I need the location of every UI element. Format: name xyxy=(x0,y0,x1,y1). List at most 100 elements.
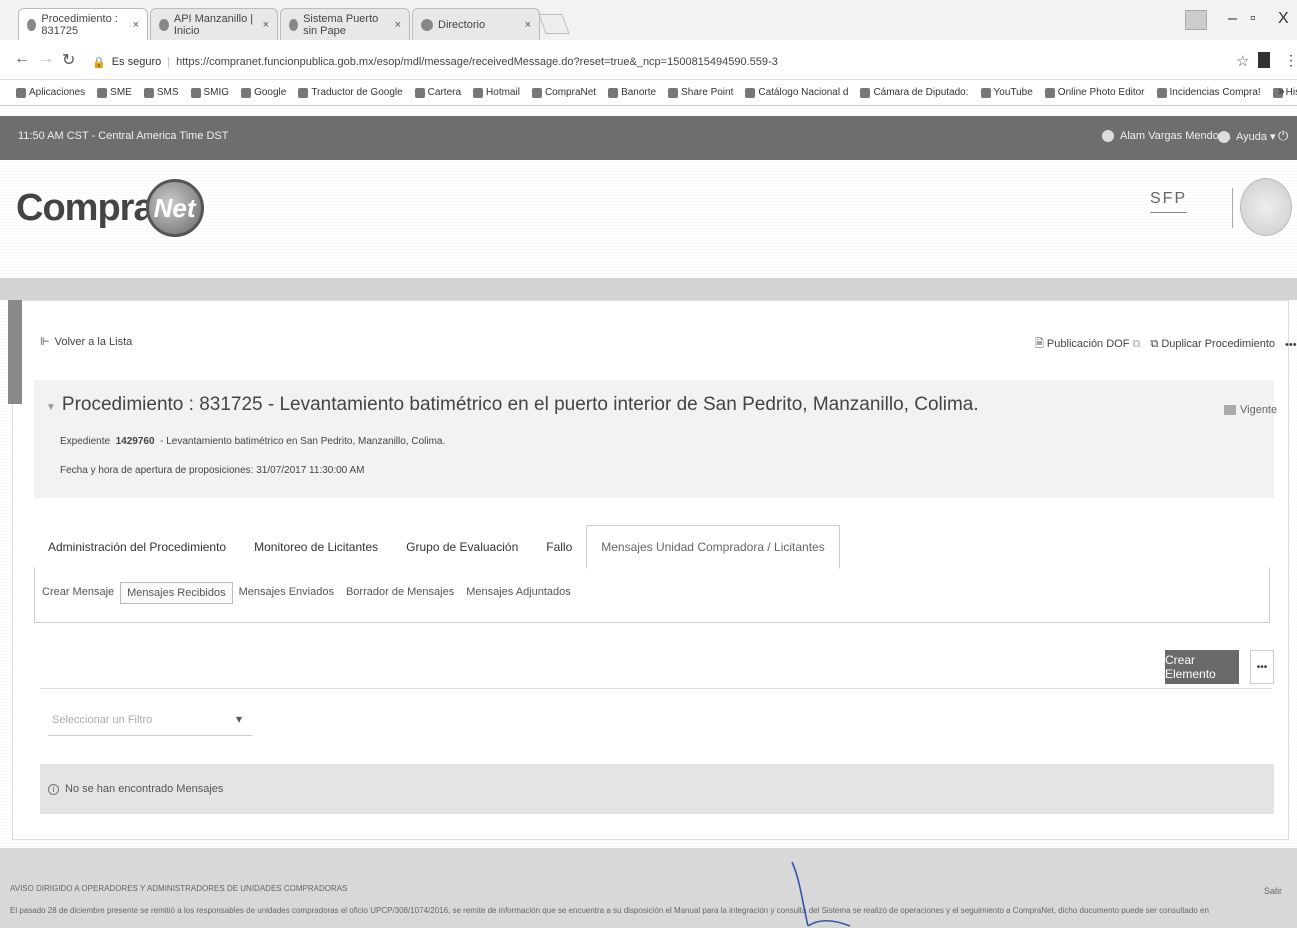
bookmark-item[interactable]: Traductor de Google xyxy=(298,87,403,98)
bookmarks-bar: Aplicaciones SME SMS SMIG Google Traduct… xyxy=(0,80,1297,106)
bookmark-item[interactable]: SMS xyxy=(143,87,179,98)
bookmark-item[interactable]: Cámara de Diputado: xyxy=(860,87,969,98)
forward-arrow-icon[interactable]: → xyxy=(38,50,54,68)
close-tab-icon[interactable]: × xyxy=(395,19,401,31)
pen-mark xyxy=(791,861,851,927)
tab-fallo[interactable]: Fallo xyxy=(532,540,586,568)
current-time: 11:50 AM CST - Central America Time DST xyxy=(18,130,229,142)
tab-favicon-icon xyxy=(289,18,299,31)
secure-label: Es seguro xyxy=(111,56,162,68)
subtab-mensajes-recibidos[interactable]: Mensajes Recibidos xyxy=(120,582,233,604)
bookmark-item[interactable]: Incidencias Compra! xyxy=(1156,87,1261,98)
profile-icon[interactable] xyxy=(1185,10,1207,30)
bookmark-item[interactable]: Hotmail xyxy=(473,87,520,98)
more-bookmarks-button[interactable]: » xyxy=(1278,84,1285,98)
filter-placeholder: Seleccionar un Filtro xyxy=(52,713,153,726)
tab-label: Directorio xyxy=(438,18,486,31)
extension-icon[interactable] xyxy=(1258,52,1270,68)
help-label: Ayuda ▾ xyxy=(1236,131,1276,143)
bookmark-item[interactable]: Google xyxy=(241,87,286,98)
browser-tab-2[interactable]: API Manzanillo | Inicio × xyxy=(150,8,278,40)
copy-icon: ⧉ xyxy=(1150,338,1159,350)
procedure-title[interactable]: ▼ Procedimiento : 831725 - Levantamiento … xyxy=(46,394,979,416)
tab-administracion[interactable]: Administración del Procedimiento xyxy=(34,540,240,568)
bookmark-item[interactable]: Catálogo Nacional d xyxy=(745,87,848,98)
apps-icon xyxy=(16,87,26,98)
close-window-icon[interactable]: X xyxy=(1278,10,1289,28)
new-tab-button[interactable] xyxy=(538,14,570,34)
bookmark-item[interactable]: Online Photo Editor xyxy=(1044,87,1145,98)
back-arrow-icon[interactable]: ← xyxy=(14,50,30,68)
external-link-icon: ⧉ xyxy=(1132,338,1141,350)
restore-icon[interactable]: ▫ xyxy=(1250,10,1256,28)
bookmark-item[interactable]: Aplicaciones xyxy=(16,87,85,98)
bookmark-item[interactable]: SMIG xyxy=(190,87,229,98)
close-tab-icon[interactable]: × xyxy=(263,19,269,31)
status-badge: Vigente xyxy=(1224,404,1277,416)
bookmark-star-icon[interactable]: ☆ xyxy=(1236,52,1249,70)
bookmark-item[interactable]: SME xyxy=(97,87,132,98)
filter-select[interactable]: Seleccionar un Filtro ▾ xyxy=(48,704,252,736)
logout-icon[interactable]: ⏻ xyxy=(1278,128,1288,144)
back-list-icon: ⊩ xyxy=(40,336,50,348)
document-icon: 🗎 xyxy=(1035,338,1044,350)
help-menu[interactable]: Ayuda ▾ xyxy=(1218,130,1276,143)
page-icon xyxy=(414,87,425,98)
tab-monitoreo[interactable]: Monitoreo de Licitantes xyxy=(240,540,392,568)
browser-tab-4[interactable]: Directorio × xyxy=(412,8,540,40)
opening-date: Fecha y hora de apertura de proposicione… xyxy=(60,465,365,476)
logo-divider xyxy=(1232,188,1233,228)
side-collapse-handle[interactable] xyxy=(8,300,22,404)
more-actions-button[interactable]: ••• xyxy=(1285,339,1297,351)
user-name: Alam Vargas Mendoza xyxy=(1120,130,1231,142)
url-field[interactable]: 🔒 Es seguro | https://compranet.funcionp… xyxy=(92,52,1282,72)
browser-tab-3[interactable]: Sistema Puerto sin Pape × xyxy=(280,8,410,40)
subtab-mensajes-enviados[interactable]: Mensajes Enviados xyxy=(233,582,340,604)
bookmark-item[interactable]: Cartera xyxy=(414,87,461,98)
bookmark-item[interactable]: Share Point xyxy=(668,87,733,98)
logo-text: Compra xyxy=(16,186,155,229)
message-subtabs: Crear Mensaje Mensajes Recibidos Mensaje… xyxy=(36,582,577,604)
browser-menu-icon[interactable]: ⋮ xyxy=(1284,52,1297,69)
list-more-button[interactable]: ••• xyxy=(1250,650,1274,684)
header-actions: 🗎 Publicación DOF ⧉ ⧉ Duplicar Procedimi… xyxy=(1035,335,1297,354)
expediente-number[interactable]: 1429760 xyxy=(116,436,155,447)
duplicar-procedimiento-link[interactable]: ⧉ Duplicar Procedimiento xyxy=(1150,338,1275,351)
bookmark-item[interactable]: YouTube xyxy=(980,87,1033,98)
reload-icon[interactable]: ↻ xyxy=(62,50,75,70)
subtab-adjuntados[interactable]: Mensajes Adjuntados xyxy=(460,582,577,604)
tab-label: API Manzanillo | Inicio xyxy=(173,12,254,37)
user-icon xyxy=(1102,130,1114,142)
footer-link[interactable]: Salir xyxy=(1264,886,1282,896)
sfp-logo: SFP xyxy=(1150,190,1188,213)
divider xyxy=(40,688,1272,689)
lock-icon: 🔒 xyxy=(92,56,106,69)
subtab-crear-mensaje[interactable]: Crear Mensaje xyxy=(36,582,120,604)
bookmark-icon xyxy=(745,87,756,98)
government-seal-icon xyxy=(1240,178,1292,236)
close-tab-icon[interactable]: × xyxy=(133,19,139,31)
publicacion-dof-link[interactable]: 🗎 Publicación DOF ⧉ xyxy=(1035,335,1140,354)
bookmark-icon xyxy=(860,87,871,98)
minimize-icon[interactable]: – xyxy=(1228,10,1237,28)
close-tab-icon[interactable]: × xyxy=(525,19,531,31)
page-icon xyxy=(1044,87,1055,98)
browser-tab-1[interactable]: Procedimiento : 831725 × xyxy=(18,8,148,40)
hotmail-icon xyxy=(473,87,484,98)
tab-label: Procedimiento : 831725 xyxy=(41,12,118,37)
bookmark-item[interactable]: CompraNet xyxy=(531,87,596,98)
procedure-tabs: Administración del Procedimiento Monitor… xyxy=(34,522,840,569)
user-menu[interactable]: Alam Vargas Mendoza xyxy=(1102,130,1230,142)
subtab-borrador[interactable]: Borrador de Mensajes xyxy=(340,582,460,604)
collapse-caret-icon[interactable]: ▼ xyxy=(46,402,56,413)
compranet-logo: Compra Net xyxy=(16,178,204,238)
bookmark-item[interactable]: Banorte xyxy=(608,87,656,98)
back-to-list-link[interactable]: ⊩ Volver a la Lista xyxy=(40,335,132,349)
globe-icon: Net xyxy=(145,179,204,237)
crear-elemento-button[interactable]: Crear Elemento xyxy=(1165,650,1239,684)
status-icon xyxy=(1224,405,1236,415)
tab-mensajes[interactable]: Mensajes Unidad Compradora / Licitantes xyxy=(586,525,840,569)
tab-label: Sistema Puerto sin Pape xyxy=(303,12,379,37)
footer: AVISO DIRIGIDO A OPERADORES Y ADMINISTRA… xyxy=(0,848,1297,928)
tab-grupo-evaluacion[interactable]: Grupo de Evaluación xyxy=(392,540,532,568)
